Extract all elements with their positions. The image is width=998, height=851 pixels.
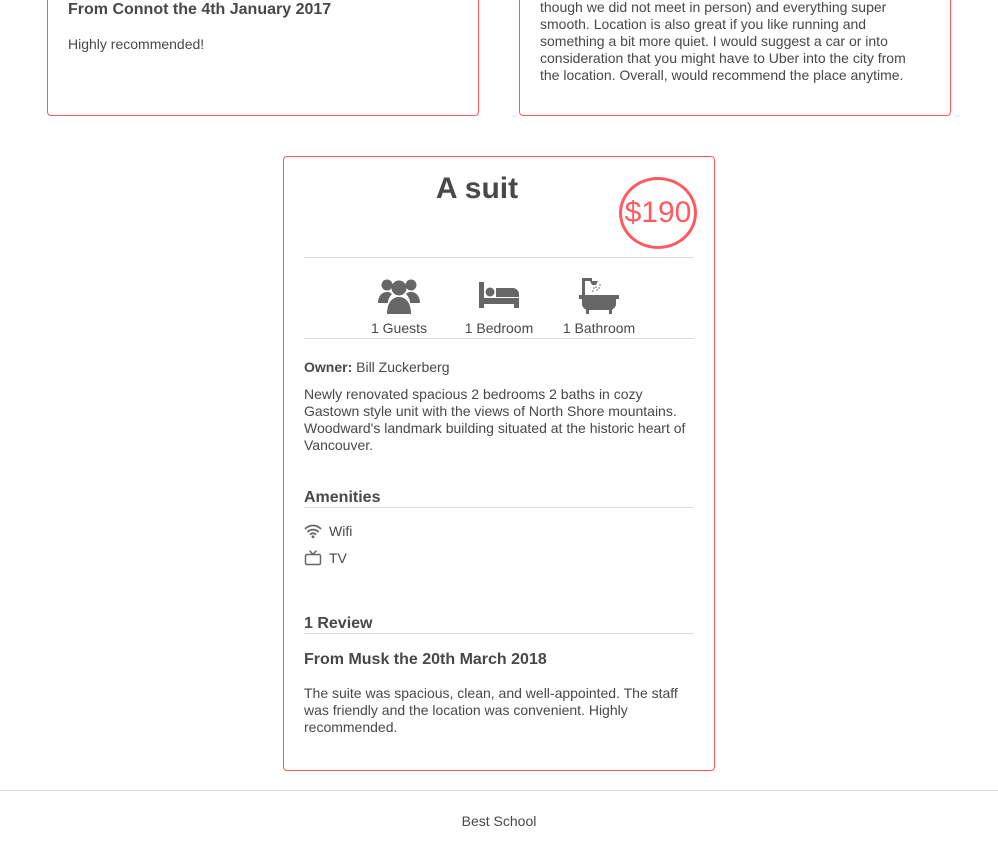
amenity-label: TV xyxy=(329,550,347,566)
reviews-heading: 1 Review xyxy=(304,615,373,632)
owner-name: Bill Zuckerberg xyxy=(356,359,450,375)
review-card: though we did not meet in person) and ev… xyxy=(519,0,951,116)
place-title: A suit xyxy=(435,172,519,205)
users-icon xyxy=(378,279,420,314)
review-card: From Connot the 4th January 2017 Highly … xyxy=(47,0,479,116)
review-title: From Connot the 4th January 2017 xyxy=(68,1,332,18)
divider xyxy=(304,633,694,634)
stat-bedrooms: 1 Bedroom xyxy=(449,276,549,336)
review-text: The suite was spacious, clean, and well-… xyxy=(304,685,678,735)
owner-label: Owner: xyxy=(304,359,353,375)
tv-icon xyxy=(304,550,322,566)
review-text-line: consideration that you might have to Ube… xyxy=(540,50,906,66)
footer-text: Best School xyxy=(461,813,537,829)
divider xyxy=(304,507,694,508)
bathtub-icon xyxy=(579,278,619,314)
stat-bathrooms: 1 Bathroom xyxy=(549,276,649,336)
stat-label: 1 Guests xyxy=(370,320,428,336)
price-badge: $190 xyxy=(619,177,697,249)
review-text: Highly recommended! xyxy=(68,36,205,52)
amenity-label: Wifi xyxy=(329,523,353,539)
review-text-line: the location. Overall, would recommend t… xyxy=(540,67,904,83)
review-text: though we did not meet in person) and ev… xyxy=(540,0,932,84)
divider xyxy=(304,338,694,339)
review-text-line: smooth. Location is also great if you li… xyxy=(540,16,867,32)
review-text-line: something a bit more quiet. I would sugg… xyxy=(540,33,888,49)
bed-icon xyxy=(479,282,519,308)
divider xyxy=(304,257,694,258)
wifi-icon xyxy=(304,524,322,539)
amenities-heading: Amenities xyxy=(304,489,381,506)
review-text-line: though we did not meet in person) and ev… xyxy=(540,0,887,15)
review-title: From Musk the 20th March 2018 xyxy=(304,651,547,668)
owner-line: Owner: Bill Zuckerberg xyxy=(304,359,450,375)
footer-divider xyxy=(0,790,998,791)
stat-label: 1 Bedroom xyxy=(464,320,534,336)
place-description: Newly renovated spacious 2 bedrooms 2 ba… xyxy=(304,386,686,453)
place-card: A suit $190 1 Guests 1 Bedroom 1 Bathroo… xyxy=(283,156,715,771)
stat-guests: 1 Guests xyxy=(349,276,449,336)
stat-label: 1 Bathroom xyxy=(562,320,636,336)
